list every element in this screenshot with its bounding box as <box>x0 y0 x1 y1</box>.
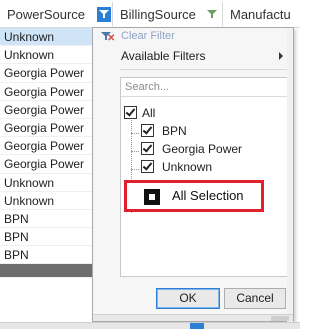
popup-scrollbar[interactable] <box>287 28 293 323</box>
grid-header: PowerSource BillingSource Manufactu <box>0 0 300 28</box>
table-row[interactable]: BPN <box>0 246 92 265</box>
clear-filter-label: Clear Filter <box>121 30 175 42</box>
table-row[interactable]: Georgia Power <box>0 101 92 119</box>
filter-item-label: Unknown <box>162 160 213 174</box>
table-row[interactable]: Georgia Power <box>0 137 92 156</box>
grid-footer-bar <box>0 264 92 279</box>
all-selection-annotation: All Selection <box>124 180 264 212</box>
table-row[interactable]: BPN <box>0 210 92 229</box>
search-input[interactable] <box>121 78 288 97</box>
billingsource-filter-button[interactable] <box>205 7 219 22</box>
table-row[interactable]: Unknown <box>0 28 92 47</box>
powersource-filter-button[interactable] <box>97 7 111 22</box>
table-row[interactable]: Unknown <box>0 46 92 65</box>
filter-item-label: Georgia Power <box>162 142 243 156</box>
table-row[interactable]: Georgia Power <box>0 155 92 174</box>
horizontal-scrollbar[interactable] <box>0 322 300 329</box>
popup-resize-bar <box>93 314 293 321</box>
filter-item-label: All <box>142 106 156 120</box>
checkbox-icon[interactable] <box>144 189 160 205</box>
column-header-powersource[interactable]: PowerSource <box>0 0 90 28</box>
menu-divider <box>120 69 293 70</box>
scroll-thumb[interactable] <box>190 323 204 329</box>
filter-value-list: All BPN Georgia Power Unknown <box>120 77 289 277</box>
filter-popup: ✕ Clear Filter Available Filters All BPN… <box>92 27 294 323</box>
table-row[interactable]: Georgia Power <box>0 119 92 138</box>
table-row[interactable]: Georgia Power <box>0 83 92 101</box>
table-row[interactable]: Georgia Power <box>0 64 92 83</box>
table-row[interactable]: BPN <box>0 228 92 247</box>
checkbox-icon[interactable] <box>124 106 137 119</box>
checkbox-icon[interactable] <box>141 124 154 137</box>
resize-grip-icon[interactable] <box>271 316 289 321</box>
grid-rows: Unknown Unknown Georgia Power Georgia Po… <box>0 28 92 279</box>
checkbox-icon[interactable] <box>141 142 154 155</box>
submenu-arrow-icon <box>279 52 283 60</box>
available-filters-item[interactable]: Available Filters <box>93 46 293 66</box>
column-header-billingsource[interactable]: BillingSource <box>113 0 205 28</box>
cancel-button[interactable]: Cancel <box>224 288 286 309</box>
column-header-manufacturer[interactable]: Manufactu <box>223 0 300 28</box>
scroll-thumb[interactable] <box>287 28 293 323</box>
table-row[interactable]: Unknown <box>0 174 92 192</box>
annotation-label: All Selection <box>172 188 244 203</box>
clear-filter-item[interactable]: ✕ Clear Filter <box>93 28 293 46</box>
ok-button[interactable]: OK <box>156 288 220 309</box>
grid-right-strip <box>293 28 300 328</box>
table-row[interactable]: Unknown <box>0 192 92 210</box>
filter-item-label: BPN <box>162 124 187 138</box>
checkbox-icon[interactable] <box>141 160 154 173</box>
available-filters-label: Available Filters <box>121 49 206 63</box>
clear-filter-icon: ✕ <box>101 31 115 44</box>
